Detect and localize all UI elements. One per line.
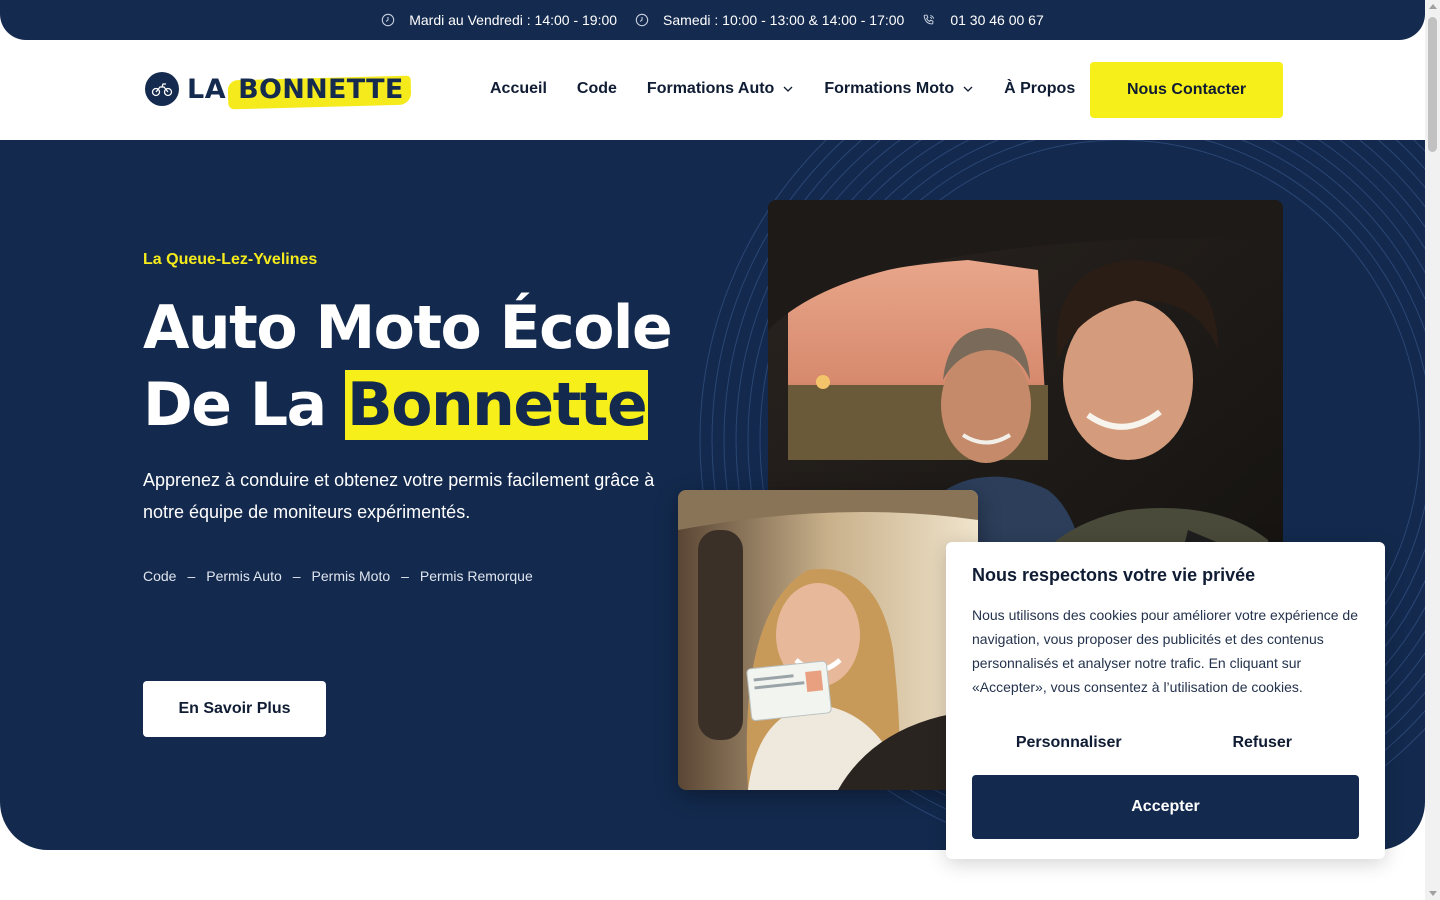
phone-icon <box>923 14 935 25</box>
phone-number[interactable]: 01 30 46 00 67 <box>950 12 1043 28</box>
nav-label: Code <box>576 80 617 97</box>
tag-code: Code <box>143 568 177 584</box>
cookie-secondary-actions: Personnaliser Refuser <box>972 734 1359 752</box>
clock-icon <box>382 13 395 27</box>
page-scrollbar[interactable] <box>1425 0 1440 900</box>
accept-cookies-button[interactable]: Accepter <box>972 775 1359 839</box>
hero-description: Apprenez à conduire et obtenez votre per… <box>143 470 655 522</box>
nav-item-code[interactable]: Code <box>577 80 617 98</box>
hero-title: Auto Moto École De La Bonnette <box>143 290 673 444</box>
nav-label: Formations Moto <box>824 80 955 97</box>
learn-more-button[interactable]: En Savoir Plus <box>143 681 326 737</box>
nav-item-formations-auto[interactable]: Formations Auto <box>647 80 794 98</box>
hero-title-prefix: De La <box>143 370 327 440</box>
contact-button[interactable]: Nous Contacter <box>1090 62 1283 118</box>
cookie-title: Nous respectons votre vie privée <box>972 565 1256 585</box>
chevron-down-icon <box>783 86 793 92</box>
cookie-consent-dialog: Nous respectons votre vie privée Nous ut… <box>946 542 1385 859</box>
site-header: LA BONNETTE Accueil Code Formations Auto… <box>0 40 1425 140</box>
scroll-down-arrow-icon[interactable] <box>1429 891 1437 896</box>
hours-saturday-text: Samedi : 10:00 - 13:00 & 14:00 - 17:00 <box>663 12 905 28</box>
motorcycle-icon <box>145 72 179 106</box>
tag-separator: – <box>187 568 196 584</box>
tag-permis-moto: Permis Moto <box>311 568 391 584</box>
nav-label: Accueil <box>490 80 547 97</box>
hero-title-highlight: Bonnette <box>345 370 649 440</box>
chevron-down-icon <box>963 86 973 92</box>
refuse-cookies-button[interactable]: Refuser <box>1166 734 1360 752</box>
clock-icon <box>635 13 649 27</box>
tag-separator: – <box>401 568 409 584</box>
cookie-text: Nous utilisons des cookies pour améliore… <box>972 607 1358 695</box>
permit-tags: Code – Permis Auto – Permis Moto – Permi… <box>143 568 533 584</box>
nav-item-a-propos[interactable]: À Propos <box>1004 80 1075 98</box>
nav-label: Formations Auto <box>646 80 775 97</box>
nav-item-formations-moto[interactable]: Formations Moto <box>824 80 974 98</box>
hero-title-line2: De La Bonnette <box>143 367 671 444</box>
hero-location: La Queue-Lez-Yvelines <box>143 251 318 268</box>
tag-separator: – <box>292 568 301 584</box>
hours-weekdays-text: Mardi au Vendredi : 14:00 - 19:00 <box>409 12 618 28</box>
hero-title-line1: Auto Moto École <box>143 293 673 363</box>
nav-item-accueil[interactable]: Accueil <box>490 80 547 98</box>
main-navigation: Accueil Code Formations Auto Formations … <box>490 80 1105 98</box>
customize-cookies-button[interactable]: Personnaliser <box>972 734 1166 752</box>
scroll-up-arrow-icon[interactable] <box>1429 4 1437 9</box>
top-info-bar: Mardi au Vendredi : 14:00 - 19:00 Samedi… <box>0 0 1425 40</box>
logo-name: BONNETTE <box>234 74 407 105</box>
hero-photo-license <box>678 490 978 790</box>
nav-label: À Propos <box>1004 80 1076 97</box>
hours-weekdays: Mardi au Vendredi : 14:00 - 19:00 <box>381 12 617 28</box>
hours-saturday: Samedi : 10:00 - 13:00 & 14:00 - 17:00 <box>635 12 904 28</box>
tag-permis-auto: Permis Auto <box>206 568 282 584</box>
logo-prefix: LA <box>187 73 227 105</box>
scrollbar-thumb[interactable] <box>1428 17 1437 152</box>
site-logo[interactable]: LA BONNETTE <box>145 72 408 106</box>
phone-contact[interactable]: 01 30 46 00 67 <box>922 12 1044 28</box>
tag-permis-remorque: Permis Remorque <box>419 568 533 584</box>
